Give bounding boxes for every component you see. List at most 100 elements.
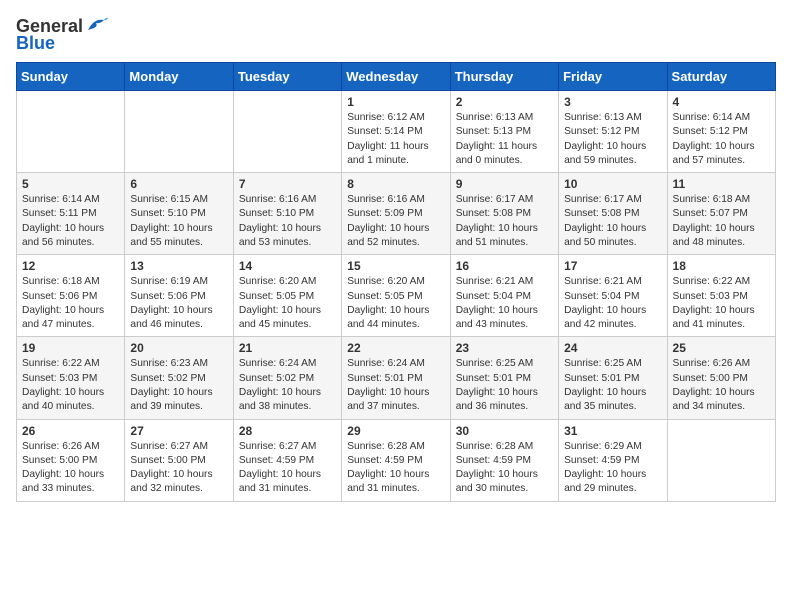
cell-info: Sunrise: 6:17 AMSunset: 5:08 PMDaylight:… xyxy=(564,193,661,250)
day-number: 17 xyxy=(564,259,661,273)
cell-info: Sunrise: 6:16 AMSunset: 5:10 PMDaylight:… xyxy=(239,193,336,250)
logo: General Blue xyxy=(16,16,108,54)
day-header-sunday: Sunday xyxy=(17,63,125,91)
calendar-cell: 27 Sunrise: 6:27 AMSunset: 5:00 PMDayligh… xyxy=(125,419,233,501)
cell-info: Sunrise: 6:28 AMSunset: 4:59 PMDaylight:… xyxy=(347,440,444,497)
day-number: 27 xyxy=(130,424,227,438)
calendar-cell: 31 Sunrise: 6:29 AMSunset: 4:59 PMDayligh… xyxy=(559,419,667,501)
day-number: 24 xyxy=(564,341,661,355)
calendar-cell: 15 Sunrise: 6:20 AMSunset: 5:05 PMDayligh… xyxy=(342,255,450,337)
cell-info: Sunrise: 6:25 AMSunset: 5:01 PMDaylight:… xyxy=(456,357,553,414)
cell-info: Sunrise: 6:29 AMSunset: 4:59 PMDaylight:… xyxy=(564,440,661,497)
day-number: 2 xyxy=(456,95,553,109)
calendar-cell: 11Sunrise: 6:18 AMSunset: 5:07 PMDayligh… xyxy=(667,173,775,255)
calendar-cell: 14 Sunrise: 6:20 AMSunset: 5:05 PMDayligh… xyxy=(233,255,341,337)
day-number: 13 xyxy=(130,259,227,273)
day-number: 29 xyxy=(347,424,444,438)
day-number: 11 xyxy=(673,177,770,191)
day-number: 25 xyxy=(673,341,770,355)
day-number: 1 xyxy=(347,95,444,109)
day-number: 15 xyxy=(347,259,444,273)
calendar-cell: 23 Sunrise: 6:25 AMSunset: 5:01 PMDayligh… xyxy=(450,337,558,419)
calendar-cell: 21 Sunrise: 6:24 AMSunset: 5:02 PMDayligh… xyxy=(233,337,341,419)
cell-info: Sunrise: 6:27 AMSunset: 4:59 PMDaylight:… xyxy=(239,440,336,497)
calendar-cell: 19Sunrise: 6:22 AMSunset: 5:03 PMDayligh… xyxy=(17,337,125,419)
calendar-cell: 30 Sunrise: 6:28 AMSunset: 4:59 PMDayligh… xyxy=(450,419,558,501)
calendar-cell: 8 Sunrise: 6:16 AMSunset: 5:09 PMDaylight… xyxy=(342,173,450,255)
calendar-cell: 9 Sunrise: 6:17 AMSunset: 5:08 PMDaylight… xyxy=(450,173,558,255)
cell-info: Sunrise: 6:13 AMSunset: 5:13 PMDaylight:… xyxy=(456,111,553,168)
day-number: 5 xyxy=(22,177,119,191)
logo-bird-icon xyxy=(86,16,108,34)
calendar-week-row: 1 Sunrise: 6:12 AMSunset: 5:14 PMDaylight… xyxy=(17,91,776,173)
day-header-thursday: Thursday xyxy=(450,63,558,91)
cell-info: Sunrise: 6:17 AMSunset: 5:08 PMDaylight:… xyxy=(456,193,553,250)
calendar-cell: 2 Sunrise: 6:13 AMSunset: 5:13 PMDaylight… xyxy=(450,91,558,173)
calendar-header-row: SundayMondayTuesdayWednesdayThursdayFrid… xyxy=(17,63,776,91)
day-header-friday: Friday xyxy=(559,63,667,91)
calendar-cell: 26Sunrise: 6:26 AMSunset: 5:00 PMDayligh… xyxy=(17,419,125,501)
cell-info: Sunrise: 6:25 AMSunset: 5:01 PMDaylight:… xyxy=(564,357,661,414)
calendar-cell: 1 Sunrise: 6:12 AMSunset: 5:14 PMDaylight… xyxy=(342,91,450,173)
cell-info: Sunrise: 6:20 AMSunset: 5:05 PMDaylight:… xyxy=(239,275,336,332)
day-header-wednesday: Wednesday xyxy=(342,63,450,91)
cell-info: Sunrise: 6:18 AMSunset: 5:06 PMDaylight:… xyxy=(22,275,119,332)
day-number: 4 xyxy=(673,95,770,109)
day-number: 31 xyxy=(564,424,661,438)
logo-blue-text: Blue xyxy=(16,33,55,54)
calendar-cell xyxy=(667,419,775,501)
day-number: 22 xyxy=(347,341,444,355)
day-number: 30 xyxy=(456,424,553,438)
calendar-week-row: 5 Sunrise: 6:14 AMSunset: 5:11 PMDaylight… xyxy=(17,173,776,255)
cell-info: Sunrise: 6:20 AMSunset: 5:05 PMDaylight:… xyxy=(347,275,444,332)
day-number: 8 xyxy=(347,177,444,191)
day-number: 21 xyxy=(239,341,336,355)
day-number: 14 xyxy=(239,259,336,273)
calendar-cell: 20Sunrise: 6:23 AMSunset: 5:02 PMDayligh… xyxy=(125,337,233,419)
cell-info: Sunrise: 6:21 AMSunset: 5:04 PMDaylight:… xyxy=(564,275,661,332)
calendar-cell xyxy=(17,91,125,173)
cell-info: Sunrise: 6:21 AMSunset: 5:04 PMDaylight:… xyxy=(456,275,553,332)
cell-info: Sunrise: 6:14 AMSunset: 5:11 PMDaylight:… xyxy=(22,193,119,250)
day-number: 28 xyxy=(239,424,336,438)
cell-info: Sunrise: 6:12 AMSunset: 5:14 PMDaylight:… xyxy=(347,111,444,168)
calendar-week-row: 12 Sunrise: 6:18 AMSunset: 5:06 PMDayligh… xyxy=(17,255,776,337)
calendar-cell: 28 Sunrise: 6:27 AMSunset: 4:59 PMDayligh… xyxy=(233,419,341,501)
cell-info: Sunrise: 6:27 AMSunset: 5:00 PMDaylight:… xyxy=(130,440,227,497)
day-number: 12 xyxy=(22,259,119,273)
cell-info: Sunrise: 6:13 AMSunset: 5:12 PMDaylight:… xyxy=(564,111,661,168)
day-number: 9 xyxy=(456,177,553,191)
day-number: 18 xyxy=(673,259,770,273)
calendar-cell: 17 Sunrise: 6:21 AMSunset: 5:04 PMDayligh… xyxy=(559,255,667,337)
cell-info: Sunrise: 6:14 AMSunset: 5:12 PMDaylight:… xyxy=(673,111,770,168)
calendar-cell: 10Sunrise: 6:17 AMSunset: 5:08 PMDayligh… xyxy=(559,173,667,255)
cell-info: Sunrise: 6:22 AMSunset: 5:03 PMDaylight:… xyxy=(673,275,770,332)
cell-info: Sunrise: 6:19 AMSunset: 5:06 PMDaylight:… xyxy=(130,275,227,332)
calendar-cell: 6Sunrise: 6:15 AMSunset: 5:10 PMDaylight… xyxy=(125,173,233,255)
cell-info: Sunrise: 6:24 AMSunset: 5:02 PMDaylight:… xyxy=(239,357,336,414)
cell-info: Sunrise: 6:28 AMSunset: 4:59 PMDaylight:… xyxy=(456,440,553,497)
calendar-cell: 13 Sunrise: 6:19 AMSunset: 5:06 PMDayligh… xyxy=(125,255,233,337)
day-header-monday: Monday xyxy=(125,63,233,91)
calendar-cell: 18 Sunrise: 6:22 AMSunset: 5:03 PMDayligh… xyxy=(667,255,775,337)
cell-info: Sunrise: 6:24 AMSunset: 5:01 PMDaylight:… xyxy=(347,357,444,414)
calendar-table: SundayMondayTuesdayWednesdayThursdayFrid… xyxy=(16,62,776,502)
cell-info: Sunrise: 6:26 AMSunset: 5:00 PMDaylight:… xyxy=(22,440,119,497)
page-header: General Blue xyxy=(16,16,776,54)
calendar-cell xyxy=(233,91,341,173)
day-header-tuesday: Tuesday xyxy=(233,63,341,91)
day-number: 7 xyxy=(239,177,336,191)
calendar-week-row: 26Sunrise: 6:26 AMSunset: 5:00 PMDayligh… xyxy=(17,419,776,501)
cell-info: Sunrise: 6:16 AMSunset: 5:09 PMDaylight:… xyxy=(347,193,444,250)
calendar-week-row: 19Sunrise: 6:22 AMSunset: 5:03 PMDayligh… xyxy=(17,337,776,419)
day-header-saturday: Saturday xyxy=(667,63,775,91)
calendar-cell: 7 Sunrise: 6:16 AMSunset: 5:10 PMDaylight… xyxy=(233,173,341,255)
calendar-cell: 5 Sunrise: 6:14 AMSunset: 5:11 PMDaylight… xyxy=(17,173,125,255)
calendar-cell: 3Sunrise: 6:13 AMSunset: 5:12 PMDaylight… xyxy=(559,91,667,173)
calendar-cell: 24 Sunrise: 6:25 AMSunset: 5:01 PMDayligh… xyxy=(559,337,667,419)
calendar-cell: 12 Sunrise: 6:18 AMSunset: 5:06 PMDayligh… xyxy=(17,255,125,337)
day-number: 20 xyxy=(130,341,227,355)
day-number: 16 xyxy=(456,259,553,273)
day-number: 23 xyxy=(456,341,553,355)
cell-info: Sunrise: 6:15 AMSunset: 5:10 PMDaylight:… xyxy=(130,193,227,250)
